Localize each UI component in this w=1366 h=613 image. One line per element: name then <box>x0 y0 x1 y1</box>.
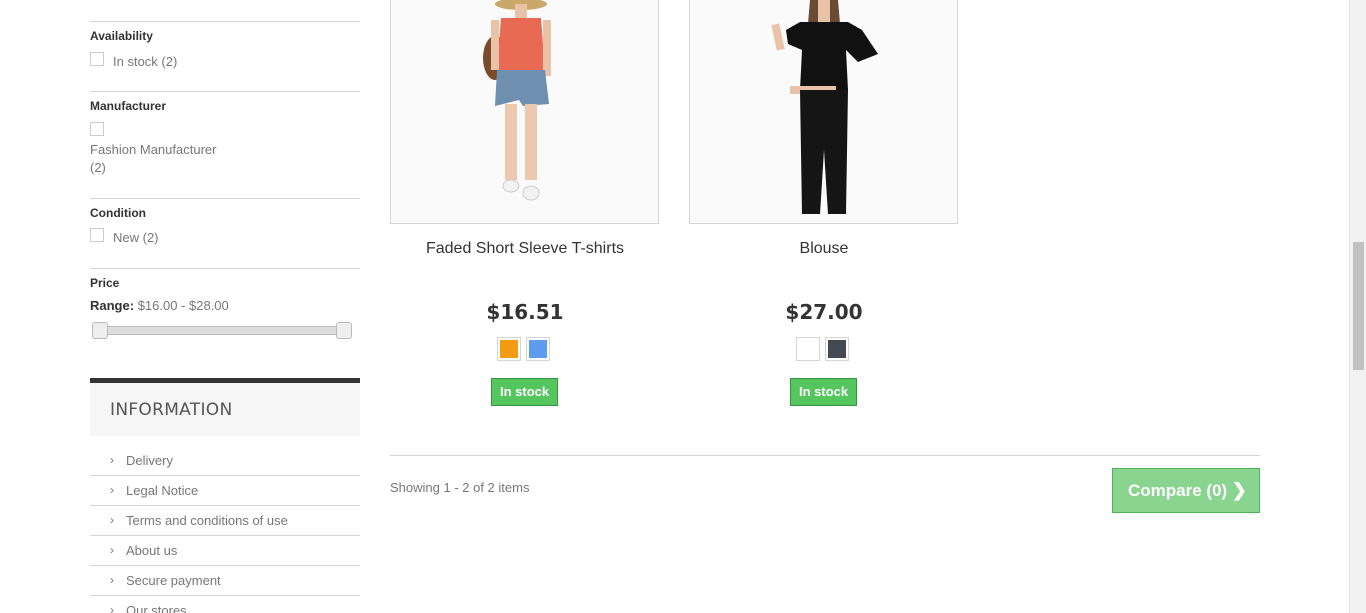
product-image[interactable] <box>390 0 659 224</box>
price-range-value: $16.00 - $28.00 <box>137 298 229 313</box>
chevron-right-icon: › <box>110 453 114 467</box>
price-slider-min-handle[interactable] <box>92 322 108 339</box>
manufacturer-filter: Manufacturer Fashion Manufacturer (2) <box>90 91 360 198</box>
model-photo-tshirt <box>391 0 658 223</box>
scrollbar-thumb[interactable] <box>1353 242 1364 370</box>
info-link-terms[interactable]: › Terms and conditions of use <box>90 506 360 536</box>
chevron-right-icon: › <box>110 513 114 527</box>
information-title: INFORMATION <box>90 378 360 436</box>
info-link-label[interactable]: Terms and conditions of use <box>126 513 288 528</box>
info-link-legal-notice[interactable]: › Legal Notice <box>90 476 360 506</box>
condition-filter: Condition New (2) <box>90 198 360 268</box>
price-range-label: Range: <box>90 298 135 313</box>
price-range: Range: $16.00 - $28.00 <box>90 298 229 313</box>
info-link-label[interactable]: Our stores <box>126 603 187 613</box>
in-stock-checkbox[interactable] <box>90 52 104 66</box>
new-checkbox[interactable] <box>90 228 104 242</box>
info-link-our-stores[interactable]: › Our stores <box>90 596 360 613</box>
product-price: $16.51 <box>486 300 564 324</box>
price-slider-max-handle[interactable] <box>336 322 352 339</box>
fashion-manufacturer-checkbox[interactable] <box>90 122 104 136</box>
info-link-about-us[interactable]: › About us <box>90 536 360 566</box>
model-photo-blouse <box>690 0 957 223</box>
info-link-label[interactable]: Delivery <box>126 453 173 468</box>
manufacturer-title: Manufacturer <box>90 99 167 113</box>
chevron-right-icon: › <box>110 543 114 557</box>
info-link-label[interactable]: About us <box>126 543 177 558</box>
page-scrollbar[interactable] <box>1349 0 1366 613</box>
chevron-right-icon: › <box>110 483 114 497</box>
info-link-label[interactable]: Legal Notice <box>126 483 198 498</box>
chevron-right-icon: ❯ <box>1231 480 1247 500</box>
info-link-secure-payment[interactable]: › Secure payment <box>90 566 360 596</box>
product-name[interactable]: Blouse <box>689 240 959 258</box>
price-filter: Price Range: $16.00 - $28.00 <box>90 268 360 358</box>
chevron-right-icon: › <box>110 603 114 613</box>
compare-button[interactable]: Compare (0) ❯ <box>1112 468 1260 513</box>
price-slider-track[interactable] <box>98 326 348 335</box>
color-swatch-dark-grey[interactable] <box>825 337 849 361</box>
product-list-divider <box>390 455 1260 456</box>
color-swatch-white[interactable] <box>796 337 820 361</box>
color-swatch-orange[interactable] <box>497 337 521 361</box>
in-stock-label[interactable]: In stock (2) <box>113 54 177 69</box>
stock-badge: In stock <box>491 378 559 406</box>
color-swatch-blue[interactable] <box>526 337 550 361</box>
product-name[interactable]: Faded Short Sleeve T-shirts <box>390 240 660 258</box>
info-link-label[interactable]: Secure payment <box>126 573 221 588</box>
fashion-manufacturer-count: (2) <box>90 160 106 175</box>
chevron-right-icon: › <box>110 573 114 587</box>
information-block: INFORMATION › Delivery › Legal Notice › Ter… <box>90 378 360 613</box>
compare-button-label: Compare (0) <box>1128 481 1228 500</box>
price-title: Price <box>90 276 120 290</box>
availability-filter: Availability In stock (2) <box>90 21 360 91</box>
product-price: $27.00 <box>785 300 863 324</box>
new-label[interactable]: New (2) <box>113 230 159 245</box>
info-link-delivery[interactable]: › Delivery <box>90 446 360 476</box>
pagination-summary: Showing 1 - 2 of 2 items <box>390 480 530 495</box>
stock-badge: In stock <box>790 378 858 406</box>
condition-title: Condition <box>90 206 146 220</box>
product-image[interactable] <box>689 0 958 224</box>
fashion-manufacturer-label[interactable]: Fashion Manufacturer <box>90 142 216 157</box>
availability-title: Availability <box>90 29 153 43</box>
